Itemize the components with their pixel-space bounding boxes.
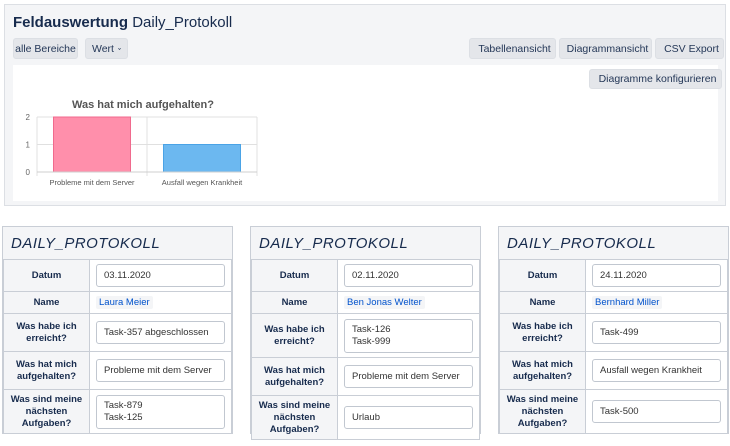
page-title-name: Daily_Protokoll	[132, 14, 233, 31]
bar	[163, 144, 241, 173]
toolbar: alle Bereiche Wert Tabellenansicht Diagr…	[13, 38, 724, 60]
row-name: Name Ben Jonas Welter	[251, 291, 480, 314]
row-blocked: Was hat mich aufgehalten? Ausfall wegen K…	[499, 351, 728, 390]
date-field[interactable]: 03.11.2020	[96, 264, 225, 287]
next-label: Was sind meine nächsten Aufgaben?	[499, 389, 586, 434]
next-field[interactable]: Task-879 Task-125	[96, 394, 225, 429]
row-achieved: Was habe ich erreicht? Task-499	[499, 313, 728, 352]
row-next: Was sind meine nächsten Aufgaben? Task-87…	[3, 389, 232, 434]
text-line: Task-126	[352, 323, 391, 335]
chart-view-button[interactable]: Diagrammansicht	[559, 38, 652, 59]
protocol-table: Datum 03.11.2020 Name Laura Meier Was habe i…	[3, 259, 232, 434]
protocol-table: Datum 02.11.2020 Name Ben Jonas Welter Was h…	[251, 259, 480, 440]
row-achieved: Was habe ich erreicht? Task-357 abgeschlo…	[3, 313, 232, 352]
configure-charts-label: Diagramme konfigurieren	[598, 73, 717, 85]
date-field[interactable]: 24.11.2020	[592, 264, 721, 287]
text-line: Task-125	[104, 411, 143, 423]
configure-charts-button[interactable]: Diagramme konfigurieren	[589, 69, 722, 89]
row-next: Was sind meine nächsten Aufgaben? Task-50…	[499, 389, 728, 434]
blocked-field[interactable]: Probleme mit dem Server	[96, 359, 225, 382]
scope-filter-button[interactable]: alle Bereiche	[13, 38, 78, 59]
date-label: Datum	[499, 259, 586, 292]
scope-filter-label: alle Bereiche	[15, 42, 76, 55]
date-label: Datum	[3, 259, 90, 292]
row-date: Datum 24.11.2020	[499, 259, 728, 292]
row-blocked: Was hat mich aufgehalten? Probleme mit de…	[251, 357, 480, 396]
next-field[interactable]: Urlaub	[344, 406, 473, 429]
user-mention[interactable]: Bernhard Miller	[592, 296, 663, 309]
csv-export-button[interactable]: CSV Export	[655, 38, 724, 59]
row-date: Datum 03.11.2020	[3, 259, 232, 292]
chart-title: Was hat mich aufgehalten?	[72, 99, 214, 111]
user-mention[interactable]: Ben Jonas Welter	[344, 296, 425, 309]
table-view-button[interactable]: Tabellenansicht	[469, 38, 556, 59]
text-line: Task-357 abgeschlossen	[104, 326, 209, 338]
page-title: Feldauswertung Daily_Protokoll	[13, 14, 232, 31]
chart-area: Diagramme konfigurieren Was hat mich auf…	[13, 65, 722, 201]
blocked-label: Was hat mich aufgehalten?	[499, 351, 586, 390]
next-label: Was sind meine nächsten Aufgaben?	[251, 395, 338, 440]
blocked-field[interactable]: Probleme mit dem Server	[344, 365, 473, 388]
daily-protocol-card: DAILY_PROTOKOLL Datum 24.11.2020 Name Bernha…	[498, 226, 729, 434]
text-line: Task-500	[600, 405, 639, 417]
achieved-field[interactable]: Task-357 abgeschlossen	[96, 321, 225, 344]
blocker-bar-chart: Was hat mich aufgehalten? 0 1 2 Probleme mit…	[26, 99, 258, 187]
blocked-label: Was hat mich aufgehalten?	[3, 351, 90, 390]
csv-export-label: CSV Export	[664, 42, 719, 55]
text-line: Task-999	[352, 335, 391, 347]
x-tick-label: Ausfall wegen Krankheit	[162, 178, 243, 187]
card-title: DAILY_PROTOKOLL	[259, 235, 409, 252]
blocked-field[interactable]: Ausfall wegen Krankheit	[592, 359, 721, 382]
name-label: Name	[3, 291, 90, 314]
table-view-label: Tabellenansicht	[478, 42, 551, 55]
field-evaluation-panel: Feldauswertung Daily_Protokoll alle Bere…	[4, 4, 726, 206]
page-title-bold: Feldauswertung	[13, 14, 129, 31]
achieved-label: Was habe ich erreicht?	[499, 313, 586, 352]
row-achieved: Was habe ich erreicht? Task-126 Task-999	[251, 313, 480, 358]
next-label: Was sind meine nächsten Aufgaben?	[3, 389, 90, 434]
blocked-label: Was hat mich aufgehalten?	[251, 357, 338, 396]
x-tick-label: Probleme mit dem Server	[49, 178, 135, 187]
card-title: DAILY_PROTOKOLL	[11, 235, 161, 252]
user-mention[interactable]: Laura Meier	[96, 296, 153, 309]
name-label: Name	[499, 291, 586, 314]
row-next: Was sind meine nächsten Aufgaben? Urlaub	[251, 395, 480, 440]
card-title: DAILY_PROTOKOLL	[507, 235, 657, 252]
protocol-table: Datum 24.11.2020 Name Bernhard Miller Was ha…	[499, 259, 728, 434]
row-name: Name Bernhard Miller	[499, 291, 728, 314]
date-field[interactable]: 02.11.2020	[344, 264, 473, 287]
row-date: Datum 02.11.2020	[251, 259, 480, 292]
name-label: Name	[251, 291, 338, 314]
date-label: Datum	[251, 259, 338, 292]
y-tick-label: 1	[26, 141, 31, 150]
achieved-label: Was habe ich erreicht?	[251, 313, 338, 358]
achieved-label: Was habe ich erreicht?	[3, 313, 90, 352]
y-tick-label: 0	[26, 168, 31, 177]
row-blocked: Was hat mich aufgehalten? Probleme mit de…	[3, 351, 232, 390]
text-line: Urlaub	[352, 411, 380, 423]
next-field[interactable]: Task-500	[592, 400, 721, 423]
bar	[53, 116, 131, 173]
achieved-field[interactable]: Task-126 Task-999	[344, 318, 473, 353]
y-tick-label: 2	[26, 113, 31, 122]
text-line: Task-879	[104, 399, 143, 411]
value-dropdown-button[interactable]: Wert	[85, 38, 128, 59]
daily-protocol-card: DAILY_PROTOKOLL Datum 03.11.2020 Name Laura …	[2, 226, 233, 434]
value-dropdown-label: Wert	[92, 42, 114, 55]
achieved-field[interactable]: Task-499	[592, 321, 721, 344]
chart-view-label: Diagrammansicht	[566, 42, 649, 55]
text-line: Task-499	[600, 326, 639, 338]
chevron-down-icon	[118, 47, 121, 50]
row-name: Name Laura Meier	[3, 291, 232, 314]
daily-protocol-card: DAILY_PROTOKOLL Datum 02.11.2020 Name Ben Jo…	[250, 226, 481, 440]
